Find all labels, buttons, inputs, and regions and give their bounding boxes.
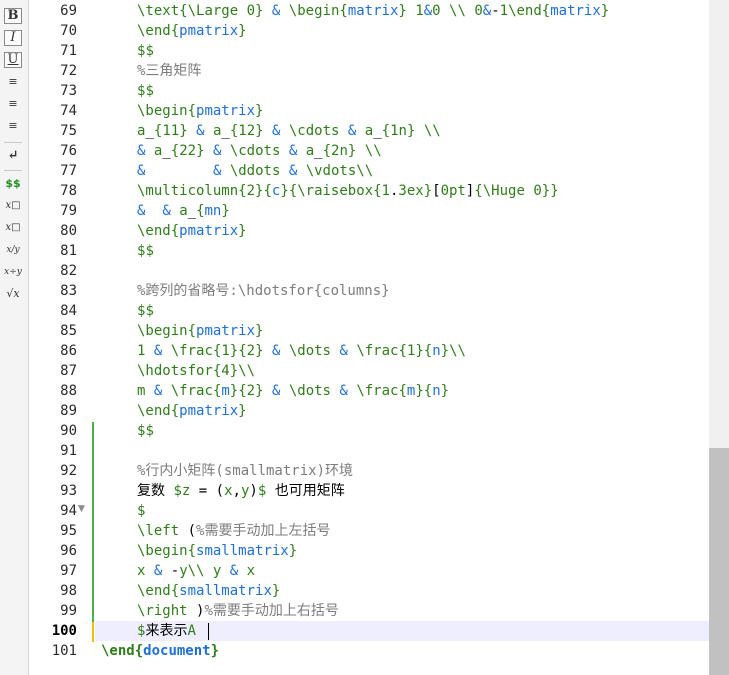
code-line[interactable]: \text{\Large 0} & \begin{matrix} 1&0 \\ … xyxy=(95,1,709,21)
code-line[interactable]: %三角矩阵 xyxy=(95,61,709,81)
line-number: 80 xyxy=(60,223,77,239)
code-line[interactable]: m & \frac{m}{2} & \dots & \frac{m}{n} xyxy=(95,381,709,401)
line-number: 74 xyxy=(60,103,77,119)
code-line[interactable]: %跨列的省略号:\hdotsfor{columns} xyxy=(95,281,709,301)
code-line[interactable]: \end{pmatrix} xyxy=(95,401,709,421)
code-line[interactable]: \hdotsfor{4}\\ xyxy=(95,361,709,381)
line-number: 86 xyxy=(60,343,77,359)
code-line[interactable]: & & a_{mn} xyxy=(95,201,709,221)
text-caret xyxy=(208,623,209,640)
toolbar-divider xyxy=(4,142,22,143)
code-line[interactable]: \end{pmatrix} xyxy=(95,21,709,41)
code-line[interactable]: \right )%需要手动加上右括号 xyxy=(95,601,709,621)
line-number: 75 xyxy=(60,123,77,139)
fold-marker-icon[interactable]: ▼ xyxy=(78,504,85,514)
align-center-button[interactable]: ≡ xyxy=(4,96,22,112)
line-number: 91 xyxy=(60,443,77,459)
line-number: 90 xyxy=(60,423,77,439)
newline-button[interactable]: ↵ xyxy=(4,148,22,164)
scrollbar-thumb[interactable] xyxy=(709,448,729,675)
superscript-button[interactable]: x□ xyxy=(4,220,22,236)
line-number: 83 xyxy=(60,283,77,299)
line-number: 76 xyxy=(60,143,77,159)
line-number: 77 xyxy=(60,163,77,179)
line-number: 71 xyxy=(60,43,77,59)
line-number: 85 xyxy=(60,323,77,339)
line-number: 88 xyxy=(60,383,77,399)
line-number: 78 xyxy=(60,183,77,199)
code-line[interactable]: $$ xyxy=(95,41,709,61)
line-number: 87 xyxy=(60,363,77,379)
line-number: 99 xyxy=(60,603,77,619)
toolbar-divider xyxy=(4,170,22,171)
code-line[interactable]: $$ xyxy=(95,241,709,261)
code-line[interactable]: $ xyxy=(95,501,709,521)
line-number: 70 xyxy=(60,23,77,39)
code-line[interactable] xyxy=(95,441,709,461)
align-right-button[interactable]: ≡ xyxy=(4,118,22,134)
code-line[interactable]: \begin{smallmatrix} xyxy=(95,541,709,561)
code-line[interactable]: %行内小矩阵(smallmatrix)环境 xyxy=(95,461,709,481)
line-number: 69 xyxy=(60,3,77,19)
code-line[interactable]: x & -y\\ y & x xyxy=(95,561,709,581)
line-number: 84 xyxy=(60,303,77,319)
line-number: 93 xyxy=(60,483,77,499)
line-number: 98 xyxy=(60,583,77,599)
line-number: 81 xyxy=(60,243,77,259)
line-number: 92 xyxy=(60,463,77,479)
code-line[interactable]: 1 & \frac{1}{2} & \dots & \frac{1}{n}\\ xyxy=(95,341,709,361)
line-number: 72 xyxy=(60,63,77,79)
code-line[interactable]: \begin{pmatrix} xyxy=(95,321,709,341)
current-code-line[interactable]: $来表示A xyxy=(95,621,709,641)
align-left-button[interactable]: ≡ xyxy=(4,74,22,90)
code-line[interactable]: \multicolumn{2}{c}{\raisebox{1.3ex}[0pt]… xyxy=(95,181,709,201)
code-line[interactable]: \begin{pmatrix} xyxy=(95,101,709,121)
italic-button[interactable]: I xyxy=(4,30,22,46)
formatting-toolbar: B I U ≡ ≡ ≡ ↵ $$ x□ x□ x/y x÷y √x xyxy=(0,0,29,675)
code-editor[interactable]: \text{\Large 0} & \begin{matrix} 1&0 \\ … xyxy=(95,0,709,675)
code-line[interactable]: 复数 $z = (x,y)$ 也可用矩阵 xyxy=(95,481,709,501)
line-number: 82 xyxy=(60,263,77,279)
line-number: 73 xyxy=(60,83,77,99)
subscript-button[interactable]: x□ xyxy=(4,198,22,214)
code-line[interactable]: \end{document} xyxy=(95,641,709,661)
line-number: 101 xyxy=(51,643,77,659)
code-line[interactable]: & & \ddots & \vdots\\ xyxy=(95,161,709,181)
code-line[interactable]: $$ xyxy=(95,301,709,321)
code-line[interactable]: \left (%需要手动加上左括号 xyxy=(95,521,709,541)
code-line[interactable]: $$ xyxy=(95,421,709,441)
line-number-gutter: 69 70 71 72 73 74 75 76 77 78 79 80 81 82 83 84 85 86 87 88… xyxy=(29,0,95,675)
code-line[interactable] xyxy=(95,261,709,281)
line-number: 89 xyxy=(60,403,77,419)
code-line[interactable]: a_{11} & a_{12} & \cdots & a_{1n} \\ xyxy=(95,121,709,141)
dfrac-button[interactable]: x÷y xyxy=(4,264,22,280)
code-line[interactable]: $$ xyxy=(95,81,709,101)
saved-change-bar xyxy=(92,422,94,622)
line-number: 79 xyxy=(60,203,77,219)
line-number: 97 xyxy=(60,563,77,579)
math-mode-button[interactable]: $$ xyxy=(4,176,22,192)
line-number: 96 xyxy=(60,543,77,559)
code-line[interactable]: \end{smallmatrix} xyxy=(95,581,709,601)
code-line[interactable]: \end{pmatrix} xyxy=(95,221,709,241)
line-number: 100 xyxy=(51,623,77,639)
code-line[interactable]: & a_{22} & \cdots & a_{2n} \\ xyxy=(95,141,709,161)
sqrt-button[interactable]: √x xyxy=(4,286,22,302)
line-number: 95 xyxy=(60,523,77,539)
bold-button[interactable]: B xyxy=(4,8,22,24)
unsaved-change-bar xyxy=(92,622,94,642)
underline-button[interactable]: U xyxy=(4,52,22,68)
line-number: 94 xyxy=(60,503,77,519)
fraction-button[interactable]: x/y xyxy=(4,242,22,258)
